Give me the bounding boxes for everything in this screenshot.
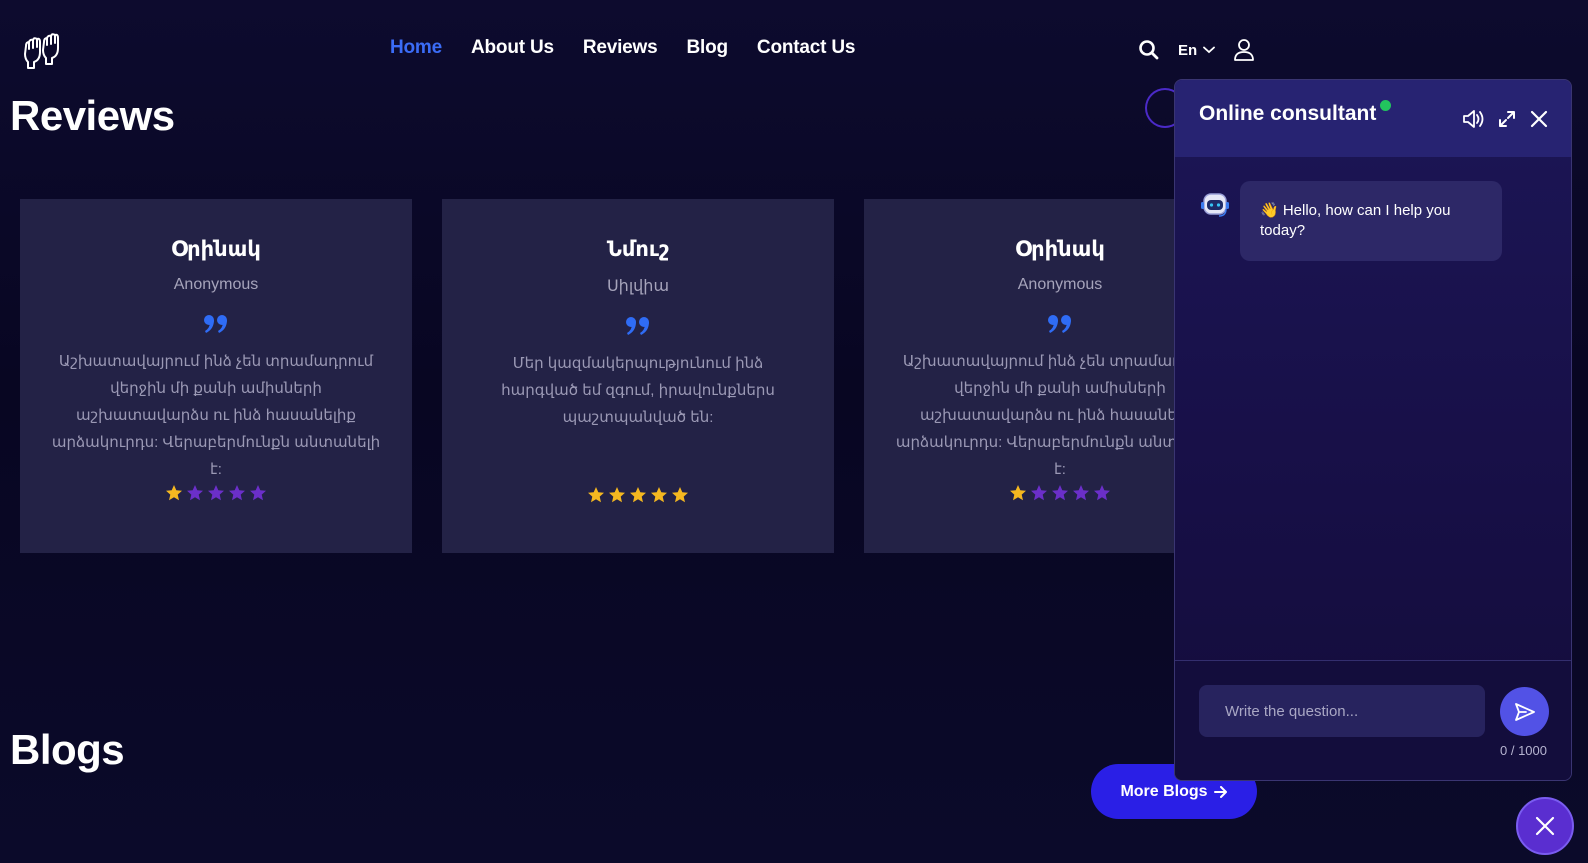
rating-stars — [20, 484, 412, 502]
star-filled-icon — [651, 487, 667, 503]
star-empty-icon — [1031, 485, 1047, 501]
close-icon[interactable] — [1529, 109, 1549, 129]
star-filled-icon — [630, 487, 646, 503]
rating-stars — [442, 486, 834, 504]
main-nav: Home About Us Reviews Blog Contact Us — [390, 37, 855, 59]
review-author: Anonymous — [173, 276, 259, 293]
close-icon — [1535, 816, 1555, 836]
header-actions: En — [1138, 38, 1255, 62]
star-empty-icon — [250, 485, 266, 501]
review-title: Օրինակ — [171, 238, 261, 261]
reviews-list: Օրինակ Anonymous Աշխատավայրում ինձ չեն տ… — [20, 199, 1256, 553]
review-card: Նմուշ Սիլվիա Մեր կազմակերպությունում ինձ… — [442, 199, 834, 553]
review-title: Նմուշ — [606, 238, 670, 261]
star-empty-icon — [1052, 485, 1068, 501]
character-counter: 0 / 1000 — [1500, 743, 1547, 758]
star-filled-icon — [609, 487, 625, 503]
bot-message-bubble: 👋 Hello, how can I help you today? — [1240, 181, 1502, 261]
chevron-down-icon — [1203, 46, 1216, 54]
star-empty-icon — [1094, 485, 1110, 501]
nav-about-us[interactable]: About Us — [471, 37, 554, 59]
review-card: Օրինակ Anonymous Աշխատավայրում ինձ չեն տ… — [20, 199, 412, 553]
star-empty-icon — [229, 485, 245, 501]
reviews-heading: Reviews — [10, 92, 175, 139]
star-filled-icon — [672, 487, 688, 503]
star-filled-icon — [588, 487, 604, 503]
send-button[interactable] — [1500, 687, 1549, 736]
language-label: En — [1178, 41, 1198, 59]
nav-home[interactable]: Home — [390, 37, 442, 59]
robot-icon — [1201, 193, 1229, 217]
chat-header: Online consultant — [1175, 80, 1571, 157]
chat-messages: 👋 Hello, how can I help you today? — [1175, 157, 1571, 663]
site-header: Home About Us Reviews Blog Contact Us En — [0, 0, 1270, 98]
chat-widget: Online consultant 👋 Hello, how can I hel… — [1174, 79, 1572, 781]
nav-contact-us[interactable]: Contact Us — [757, 37, 855, 59]
quote-icon — [442, 316, 834, 340]
review-text: Աշխատավայրում ինձ չեն տրամադրում վերջին … — [51, 353, 381, 478]
nav-reviews[interactable]: Reviews — [583, 37, 658, 59]
send-icon — [1514, 702, 1535, 721]
question-input[interactable] — [1199, 685, 1485, 737]
chat-input-area: 0 / 1000 — [1175, 660, 1571, 780]
star-filled-icon — [1010, 485, 1026, 501]
speaker-icon[interactable] — [1461, 108, 1485, 130]
expand-icon[interactable] — [1497, 109, 1517, 129]
quote-icon — [20, 314, 412, 338]
blogs-heading: Blogs — [10, 726, 125, 773]
star-empty-icon — [1073, 485, 1089, 501]
user-icon[interactable] — [1233, 38, 1255, 62]
language-selector[interactable]: En — [1178, 41, 1216, 59]
search-icon[interactable] — [1138, 39, 1160, 61]
star-filled-icon — [166, 485, 182, 501]
raised-fists-logo[interactable] — [22, 30, 66, 70]
more-blogs-label: More Blogs — [1120, 782, 1208, 800]
arrow-right-icon — [1213, 785, 1227, 798]
chat-toggle-button[interactable] — [1516, 797, 1574, 855]
online-status-dot — [1380, 100, 1391, 111]
star-empty-icon — [208, 485, 224, 501]
chat-title: Online consultant — [1199, 102, 1377, 125]
review-text: Մեր կազմակերպությունում ինձ հարգված եմ զ… — [501, 355, 775, 426]
nav-blog[interactable]: Blog — [687, 37, 729, 59]
star-empty-icon — [187, 485, 203, 501]
review-author: Սիլվիա — [606, 278, 670, 295]
chat-controls — [1461, 108, 1549, 130]
